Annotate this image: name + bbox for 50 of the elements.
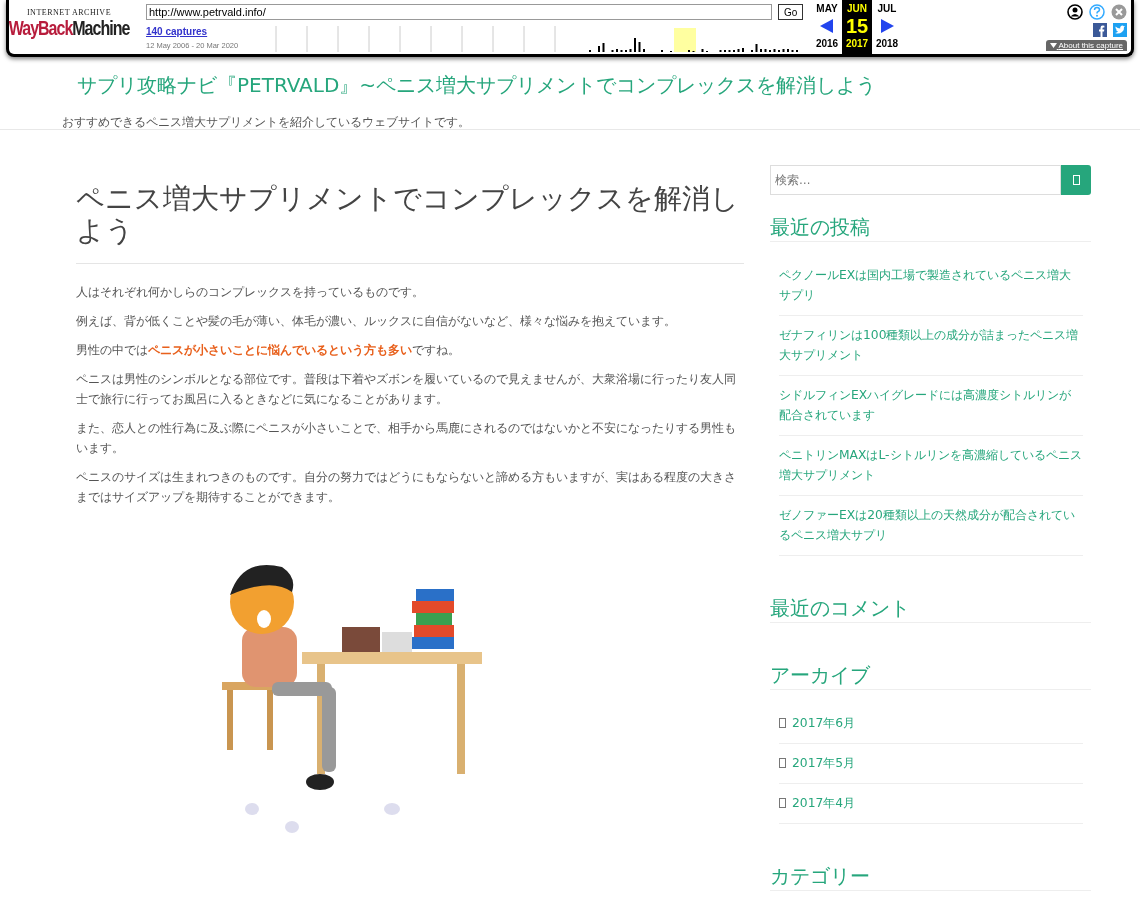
widget-title: アーカイブ bbox=[770, 661, 1091, 690]
post-link[interactable]: ペクノールEXは国内工場で製造されているペニス増大サプリ bbox=[779, 265, 1083, 305]
logo-caption: INTERNET ARCHIVE bbox=[26, 8, 112, 17]
article-paragraph: ペニスのサイズは生まれつきのものです。自分の努力ではどうにもならないと諦める方もいますが、実はある程度の大きさまではサイズアップを期待することができます。 bbox=[76, 469, 737, 506]
month-column[interactable]: JUL 2018 bbox=[872, 0, 902, 54]
widget-title: カテゴリー bbox=[770, 862, 1091, 891]
missing-glyph-icon bbox=[1072, 175, 1080, 185]
about-capture-button[interactable]: About this capture bbox=[1045, 40, 1127, 51]
article-paragraph: また、恋人との性行為に及ぶ際にペニスが小さいことで、相手から馬鹿にされるのではないかと不安になったりする男性もいます。 bbox=[76, 420, 737, 457]
twitter-icon[interactable] bbox=[1113, 23, 1127, 37]
facebook-icon[interactable] bbox=[1093, 23, 1107, 37]
month-column[interactable]: JUN 15 2017 bbox=[842, 0, 872, 54]
archive-link[interactable]: 2017年4月 bbox=[792, 793, 856, 813]
post-link[interactable]: ペニトリンMAXはL-シトルリンを高濃縮しているペニス増大サプリメント bbox=[779, 445, 1083, 485]
user-icon[interactable] bbox=[1067, 4, 1083, 20]
month-label: JUN bbox=[847, 3, 867, 14]
year-label: 2017 bbox=[845, 38, 869, 49]
search-button[interactable] bbox=[1061, 165, 1091, 195]
missing-glyph-icon bbox=[779, 718, 786, 728]
missing-glyph-icon bbox=[779, 798, 786, 808]
month-label: JUL bbox=[877, 3, 897, 14]
close-icon[interactable] bbox=[1111, 4, 1127, 20]
month-column[interactable]: MAY 2016 bbox=[812, 0, 842, 54]
go-button[interactable]: Go bbox=[778, 4, 804, 20]
next-arrow-icon[interactable] bbox=[880, 19, 894, 33]
site-tagline: おすすめできるペニス増大サプリメントを紹介しているウェブサイトです。 bbox=[62, 115, 470, 130]
post-link[interactable]: シドルフィンEXハイグレードには高濃度シトルリンが配合されています bbox=[779, 385, 1083, 425]
caret-icon bbox=[1049, 43, 1057, 48]
widget-title: 最近の投稿 bbox=[770, 213, 1091, 242]
archive-link[interactable]: 2017年5月 bbox=[792, 753, 856, 773]
article-title: ペニス増大サプリメントでコンプレックスを解消しよう bbox=[76, 183, 744, 264]
post-link[interactable]: ゼノファーEXは20種類以上の天然成分が配合されているペニス増大サプリ bbox=[779, 505, 1083, 545]
url-field[interactable]: http://www.petrvald.info/ bbox=[146, 4, 772, 20]
previous-arrow-icon[interactable] bbox=[820, 19, 834, 33]
search-field[interactable]: 検索… bbox=[770, 165, 1061, 195]
wayback-logo[interactable]: WayBackMachine bbox=[8, 17, 130, 41]
missing-glyph-icon bbox=[779, 758, 786, 768]
site-title[interactable]: サプリ攻略ナビ『PETRVALD』~ペニス増大サプリメントでコンプレックスを解消しよう bbox=[77, 72, 877, 99]
article-paragraph: 男性の中ではペニスが小さいことに悩んでいるという方も多いですね。 bbox=[76, 342, 461, 359]
post-link[interactable]: ゼナフィリンは100種類以上の成分が詰まったペニス増大サプリメント bbox=[779, 325, 1083, 365]
archive-link[interactable]: 2017年6月 bbox=[792, 713, 856, 733]
captures-link[interactable]: 140 captures bbox=[146, 26, 274, 37]
article-paragraph: ペニスは男性のシンボルとなる部位です。普段は下着やズボンを履いているので見えませんが、大衆浴場に行ったり友人同士で旅行に行ってお風呂に入るときなどに気になることがあります。 bbox=[76, 371, 737, 408]
article-paragraph: 人はそれぞれ何かしらのコンプレックスを持っているものです。 bbox=[76, 284, 425, 301]
year-label: 2018 bbox=[875, 38, 899, 49]
year-label: 2016 bbox=[815, 38, 839, 49]
month-label: MAY bbox=[816, 3, 838, 14]
article-paragraph: 例えば、背が低くことや髪の毛が薄い、体毛が濃い、ルックスに自信がないなど、様々な悩みを抱えています。 bbox=[76, 313, 677, 330]
widget-title: 最近のコメント bbox=[770, 594, 1091, 623]
day-label: 15 bbox=[845, 14, 869, 38]
